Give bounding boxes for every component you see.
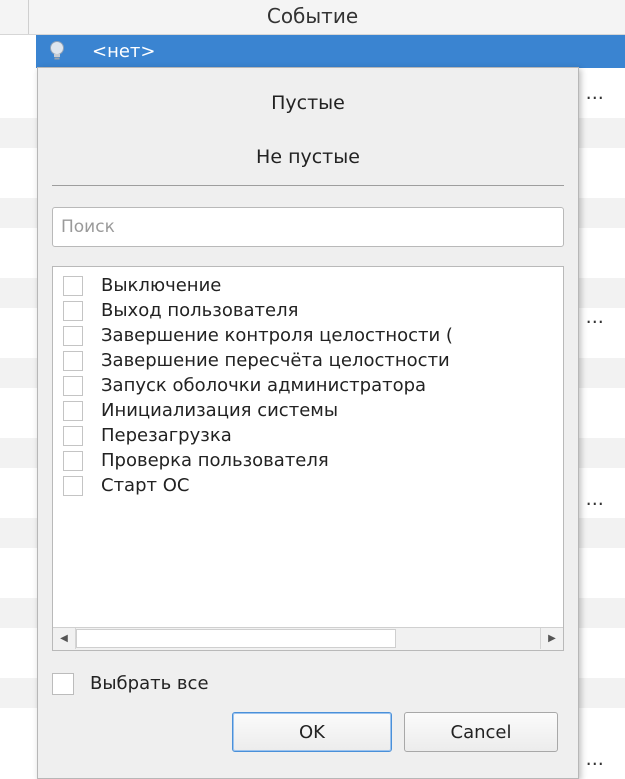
checkbox[interactable] (63, 351, 83, 371)
list-item-label: Старт ОС (101, 475, 190, 496)
list-item-label: Выключение (101, 275, 222, 296)
menu-separator (52, 185, 564, 186)
checkbox[interactable] (63, 276, 83, 296)
checkbox[interactable] (63, 326, 83, 346)
list-item-label: Перезагрузка (101, 425, 232, 446)
column-header[interactable]: Событие (0, 0, 625, 35)
lightbulb-icon (50, 41, 64, 60)
select-all-checkbox[interactable] (52, 673, 74, 695)
ok-button[interactable]: OK (232, 712, 392, 752)
checkbox[interactable] (63, 426, 83, 446)
list-item-label: Инициализация системы (101, 400, 339, 421)
scrollbar-thumb[interactable] (76, 629, 396, 648)
list-item-label: Выход пользователя (101, 300, 299, 321)
menu-item-empty[interactable]: Пустые (38, 92, 578, 114)
checkbox[interactable] (63, 476, 83, 496)
search-input[interactable] (52, 207, 564, 247)
select-all[interactable]: Выбрать все (52, 671, 352, 697)
menu-item-not-empty[interactable]: Не пустые (38, 146, 578, 168)
horizontal-scrollbar[interactable]: ◀ ▶ (53, 627, 563, 650)
checkbox[interactable] (63, 376, 83, 396)
checkbox[interactable] (63, 401, 83, 421)
scroll-left-icon[interactable]: ◀ (53, 628, 76, 649)
checkbox[interactable] (63, 451, 83, 471)
list-item-label: Завершение контроля целостности ( (101, 325, 453, 346)
list-item-label: Запуск оболочки администратора (101, 375, 427, 396)
select-all-label: Выбрать все (90, 673, 209, 694)
cancel-button[interactable]: Cancel (404, 712, 558, 752)
filter-popup: Пустые Не пустые Выключение Выход пользо… (37, 67, 579, 779)
scroll-right-icon[interactable]: ▶ (540, 628, 563, 649)
column-header-label: Событие (266, 4, 359, 28)
list-item-label: Завершение пересчёта целостности (101, 350, 450, 371)
list-item-label: Проверка пользователя (101, 450, 329, 471)
selected-value-text: <нет> (92, 41, 156, 62)
options-list[interactable]: Выключение Выход пользователя Завершение… (52, 266, 564, 651)
checkbox[interactable] (63, 301, 83, 321)
